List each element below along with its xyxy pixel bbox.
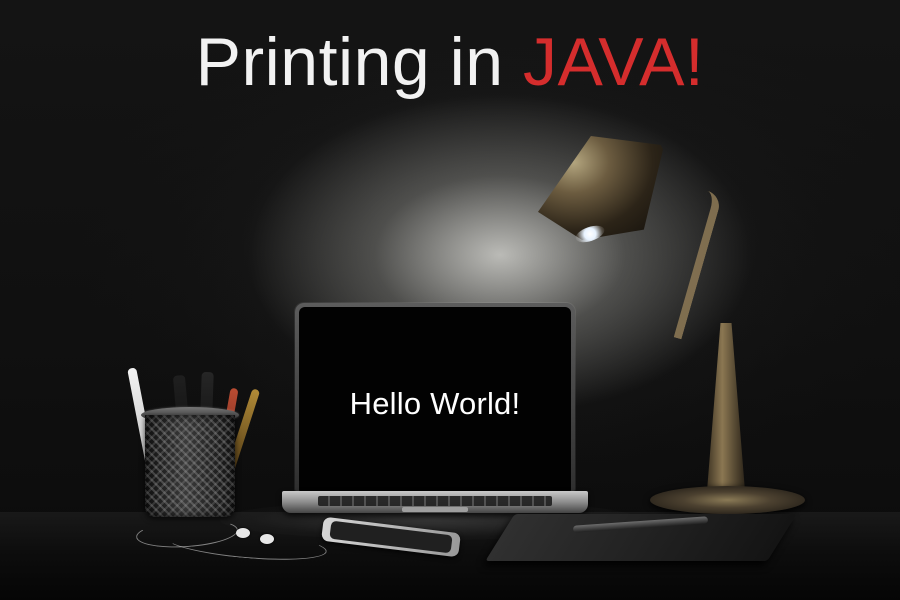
title-prefix: Printing in	[195, 24, 504, 100]
lamp-bulb-icon	[573, 222, 607, 246]
laptop-icon: Hello World!	[282, 303, 588, 517]
lamp-arm	[666, 190, 723, 340]
trackpad	[402, 507, 468, 512]
title-accent: JAVA!	[522, 24, 705, 100]
earbud-icon	[236, 528, 250, 538]
lamp-base	[650, 486, 805, 514]
hello-world-text: Hello World!	[349, 386, 521, 421]
keyboard-icon	[318, 496, 552, 506]
lamp-pole	[706, 323, 746, 495]
java-printing-banner: Printing in JAVA! Hello World!	[0, 0, 900, 600]
desk-lamp-icon	[538, 136, 664, 240]
page-title: Printing in JAVA!	[0, 20, 900, 104]
earbud-icon	[260, 534, 274, 544]
laptop-lid: Hello World!	[295, 303, 575, 491]
laptop-screen: Hello World!	[299, 307, 571, 491]
pen-cup-icon	[145, 415, 235, 517]
